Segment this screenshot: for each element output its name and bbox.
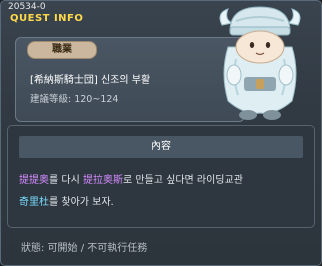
content-panel: 內容 提提奥를 다시 提拉奥斯로 만들고 싶다면 라이딩교관 奇里杜를 찾아가 보… [7,125,315,228]
quest-name: [希納斯騎士団] 신조의 부활 [30,75,151,86]
mount-name-highlight: 提拉奥斯 [82,175,123,186]
quest-status: 狀態: 可開始 / 不可執行任務 [21,243,148,254]
window-title: QUEST INFO [10,13,84,24]
job-badge: 職業 [27,41,97,59]
quest-info-window: 20534-0 QUEST INFO 職業 [希納斯騎士団] 신조의 부활 建議… [0,0,322,266]
description-text: 로 만들고 싶다면 라이딩교관 [122,175,243,186]
description-text: 를 다시 [49,175,83,186]
npc-name-highlight: 提提奥 [19,175,49,186]
quest-description: 提提奥를 다시 提拉奥斯로 만들고 싶다면 라이딩교관 奇里杜를 찾아가 보자. [19,170,307,214]
snowman-npc-icon [219,6,301,120]
content-header: 內容 [19,136,303,158]
recommended-level: 建議等級: 120~124 [30,94,119,105]
instructor-name-highlight: 奇里杜 [19,197,49,208]
description-text: 를 찾아가 보자. [49,197,114,208]
quest-summary-card: 職業 [希納斯騎士団] 신조의 부활 建議等級: 120~124 [15,37,245,122]
quest-id: 20534-0 [8,2,46,12]
